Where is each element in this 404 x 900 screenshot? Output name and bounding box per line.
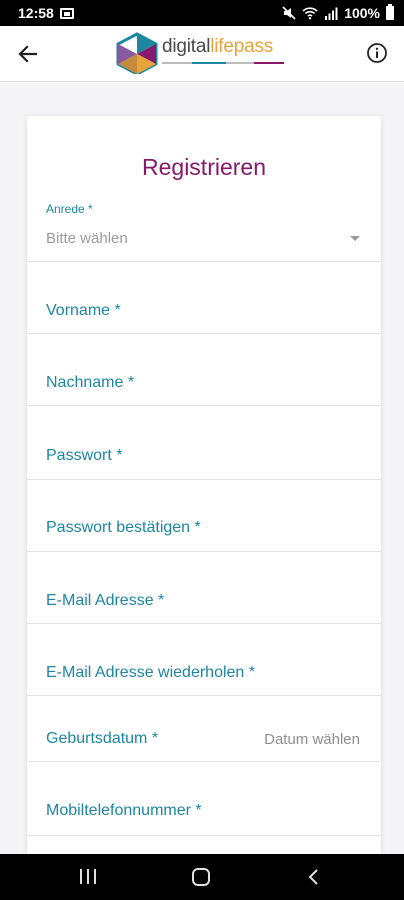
caret-down-icon [350, 236, 360, 241]
password-label: Passwort * [46, 447, 123, 464]
status-bar: 12:58 100% [0, 0, 404, 26]
password-confirm-field[interactable]: Passwort bestätigen * [27, 480, 381, 552]
salutation-value: Bitte wählen [46, 230, 128, 247]
recent-apps-icon[interactable] [80, 869, 97, 884]
registration-card: Registrieren Anrede * Bitte wählen Vorna… [27, 116, 381, 856]
form-title: Registrieren [142, 154, 266, 180]
status-time: 12:58 [18, 5, 54, 21]
signal-icon [325, 7, 338, 20]
logo-tagline [162, 62, 292, 65]
email-field[interactable]: E-Mail Adresse * [27, 552, 381, 624]
password-field[interactable]: Passwort * [27, 406, 381, 480]
birthdate-field[interactable]: Geburtsdatum * Datum wählen [27, 696, 381, 762]
arrow-left-icon[interactable] [14, 40, 42, 68]
logo-text: digitallifepass [162, 36, 273, 58]
last-name-label: Nachname * [46, 374, 135, 391]
last-name-field[interactable]: Nachname * [27, 334, 381, 406]
logo-text-digital: digital [162, 36, 211, 57]
logo-hexagon-icon [116, 32, 158, 76]
status-left: 12:58 [18, 5, 74, 21]
home-icon[interactable] [192, 868, 210, 886]
wifi-icon [302, 7, 318, 20]
battery-percent: 100% [344, 5, 380, 21]
password-confirm-label: Passwort bestätigen * [46, 519, 201, 536]
birthdate-label: Geburtsdatum * [46, 730, 159, 747]
email-repeat-label: E-Mail Adresse wiederholen * [46, 664, 255, 681]
battery-icon [386, 4, 394, 20]
first-name-field[interactable]: Vorname * [27, 262, 381, 334]
mobile-label: Mobiltelefonnummer * [46, 802, 202, 819]
gallery-notification-icon [59, 7, 74, 19]
mobile-field[interactable]: Mobiltelefonnummer * [27, 762, 381, 836]
mute-icon [282, 6, 296, 20]
email-label: E-Mail Adresse * [46, 592, 165, 609]
birthdate-picker[interactable]: Datum wählen [264, 731, 360, 748]
logo: digitallifepass [114, 32, 294, 76]
android-nav-bar [0, 854, 404, 900]
salutation-label: Anrede * [46, 202, 93, 216]
status-right: 100% [282, 4, 394, 21]
info-circle-icon[interactable] [366, 42, 388, 64]
nav-back-icon[interactable] [306, 868, 320, 886]
salutation-select[interactable]: Anrede * Bitte wählen [27, 202, 381, 262]
email-repeat-field[interactable]: E-Mail Adresse wiederholen * [27, 624, 381, 696]
app-header: digitallifepass [0, 26, 404, 82]
logo-text-lifepass: lifepass [210, 36, 274, 57]
first-name-label: Vorname * [46, 302, 121, 319]
